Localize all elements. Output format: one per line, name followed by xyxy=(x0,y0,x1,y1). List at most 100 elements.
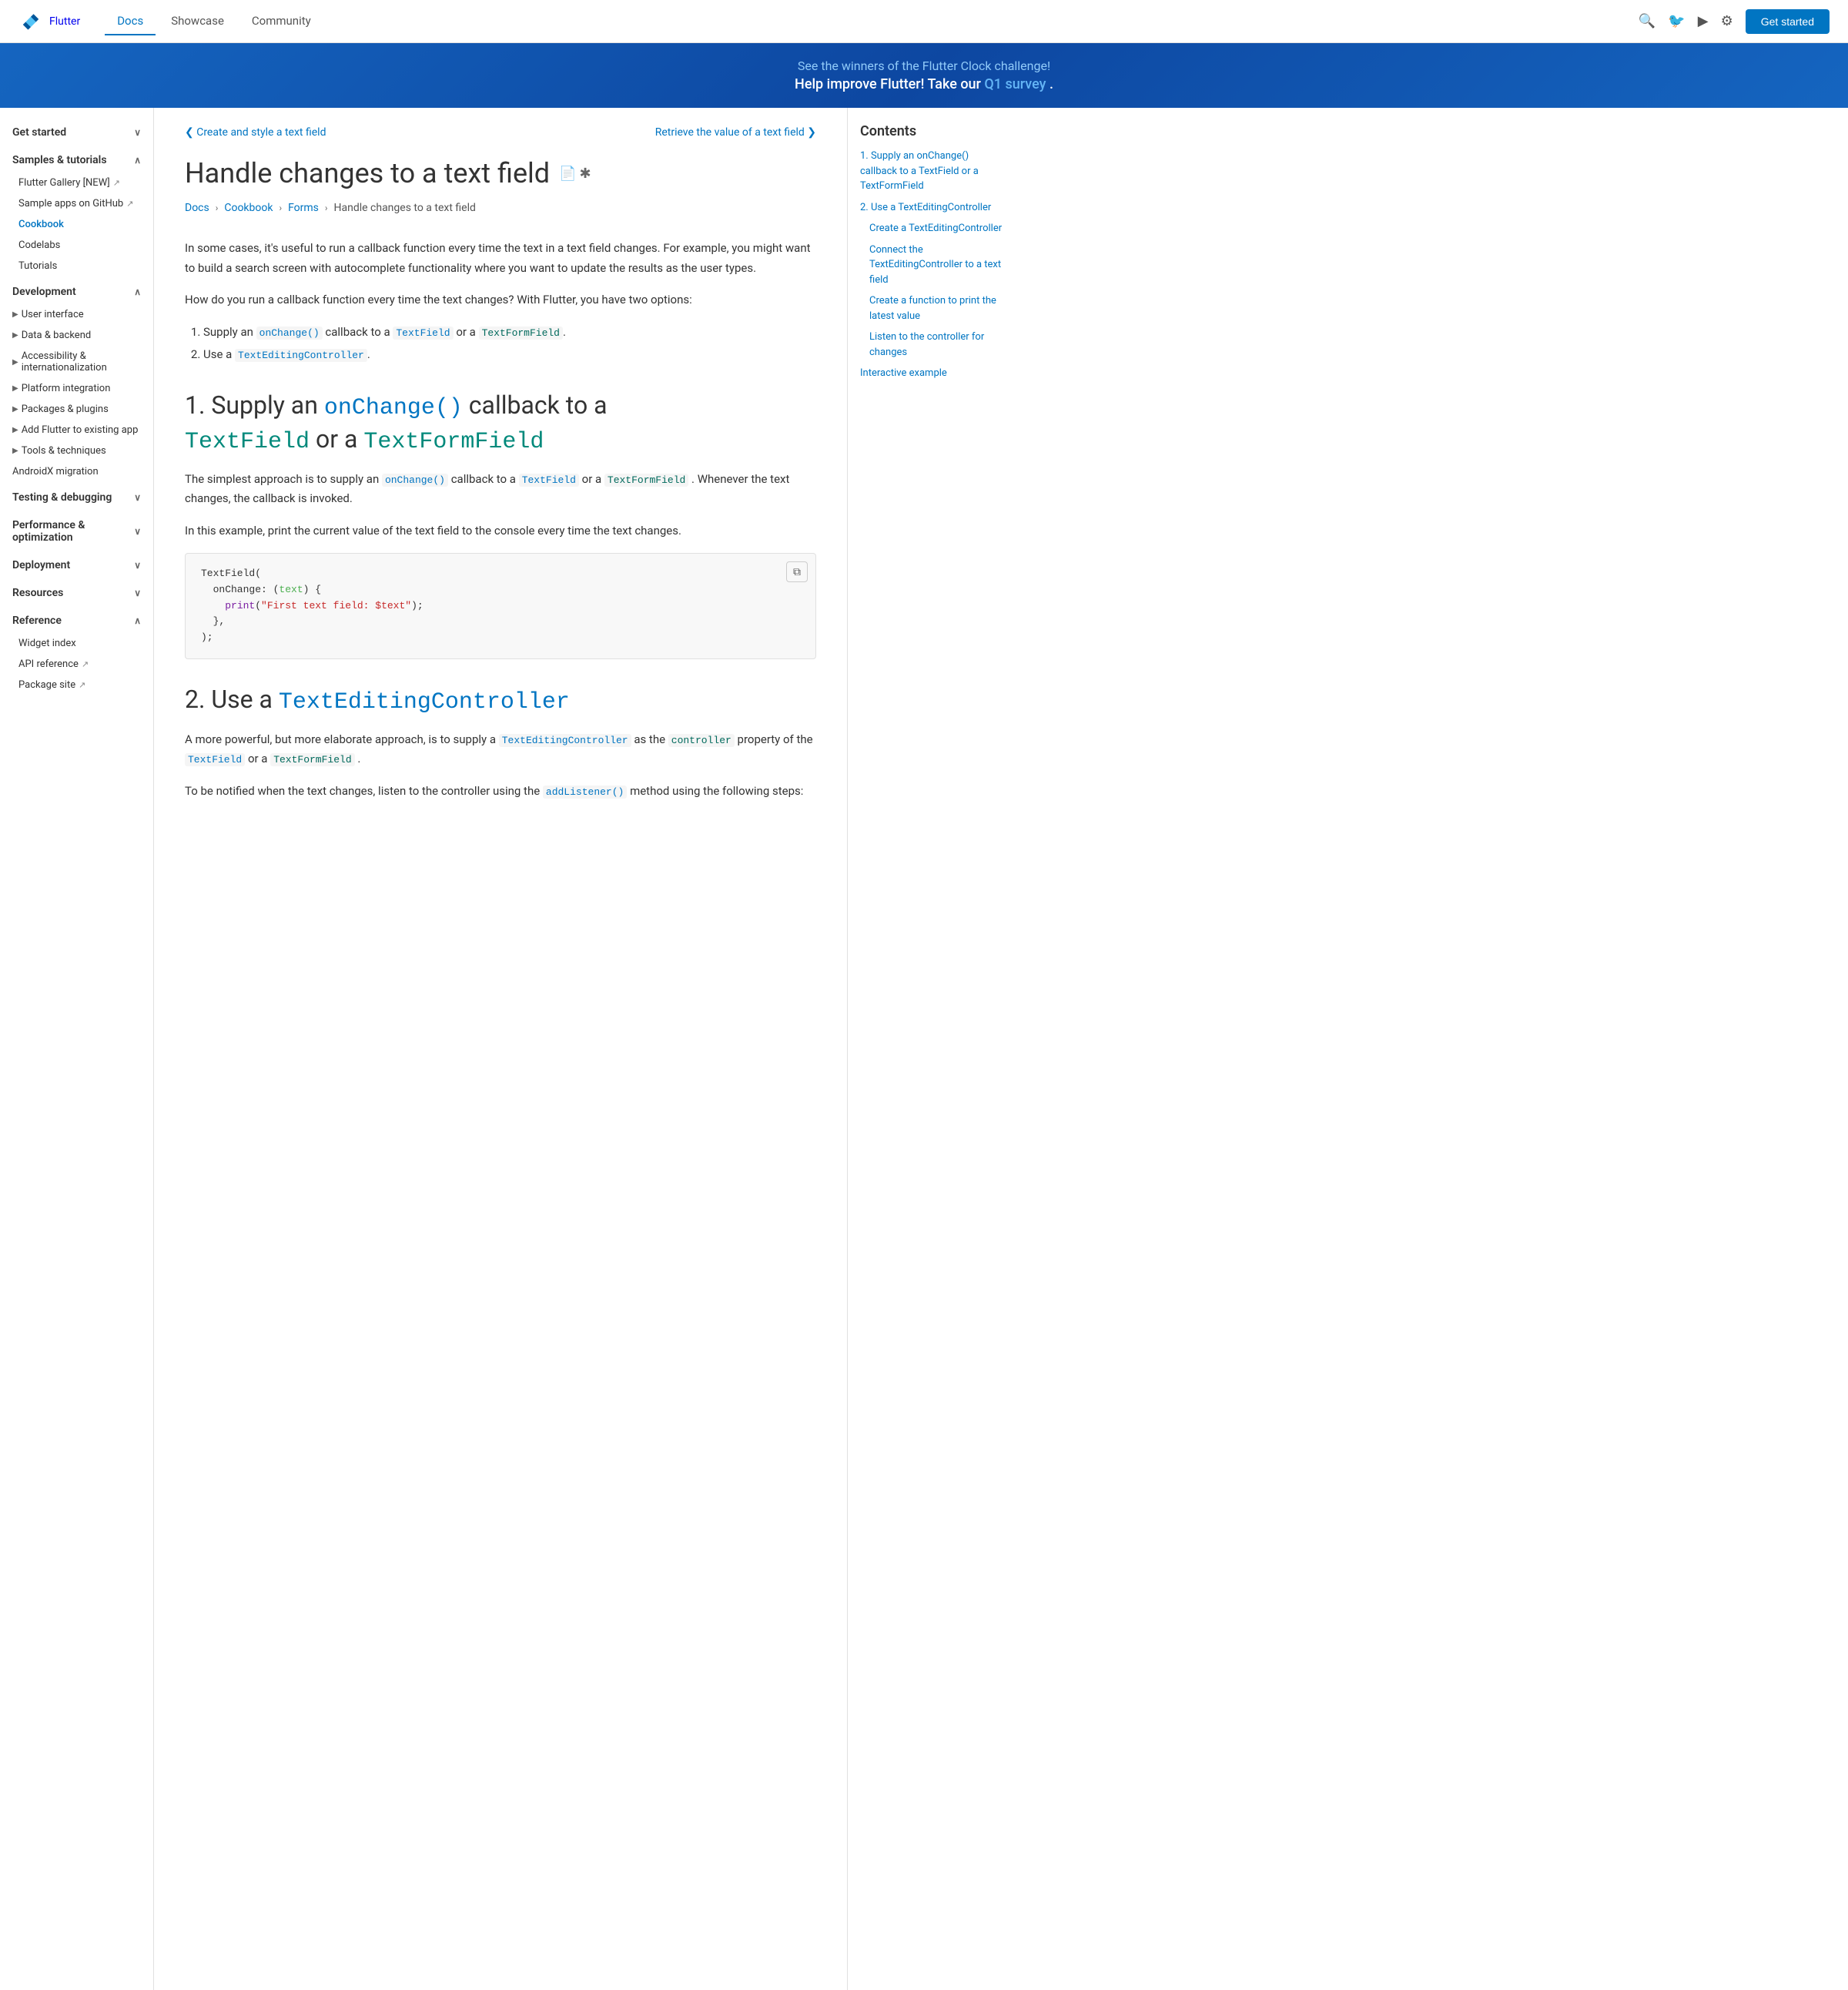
next-page-link[interactable]: Retrieve the value of a text field ❯ xyxy=(655,126,816,139)
chevron-down-icon: ∨ xyxy=(134,588,141,598)
sidebar-item-flutter-gallery[interactable]: Flutter Gallery [NEW] ↗ xyxy=(0,173,153,193)
code-line-4: }, xyxy=(201,614,800,630)
section1-body1: The simplest approach is to supply an on… xyxy=(185,470,816,509)
code-block: ⧉ TextField( onChange: (text) { print("F… xyxy=(185,553,816,659)
code-line-5: ); xyxy=(201,630,800,646)
header-actions: 🔍 🐦 ▶ ⚙ Get started xyxy=(1639,9,1830,34)
contents-item-4[interactable]: Connect the TextEditingController to a t… xyxy=(860,243,1004,288)
sidebar-item-data-backend[interactable]: ▶ Data & backend xyxy=(0,325,153,346)
contents-item-3[interactable]: Create a TextEditingController xyxy=(860,221,1004,236)
main-content: ❮ Create and style a text field Retrieve… xyxy=(154,108,847,1990)
sidebar-item-codelabs[interactable]: Codelabs xyxy=(0,235,153,256)
sidebar-item-androidx[interactable]: AndroidX migration xyxy=(0,461,153,482)
sidebar-item-packages-plugins[interactable]: ▶ Packages & plugins xyxy=(0,399,153,420)
sidebar-item-package-site[interactable]: Package site ↗ xyxy=(0,675,153,695)
textformfield-heading-code: TextFormField xyxy=(363,429,544,455)
textediting-code: TextEditingController xyxy=(235,349,367,362)
section-1-heading: 1. Supply an onChange() callback to a Te… xyxy=(185,390,816,457)
options-list: Supply an onChange() callback to a TextF… xyxy=(203,323,816,365)
logo[interactable]: Flutter xyxy=(18,9,80,34)
addlistener-inline: addListener() xyxy=(543,786,627,799)
external-link-icon: ↗ xyxy=(82,659,89,669)
code-line-2: onChange: (text) { xyxy=(201,582,800,598)
sidebar-section-header-performance[interactable]: Performance & optimization ∨ xyxy=(0,513,153,550)
breadcrumb-sep: › xyxy=(325,203,328,213)
onchanged-heading-code: onChange() xyxy=(324,395,463,421)
contents-item-2[interactable]: 2. Use a TextEditingController xyxy=(860,200,1004,216)
breadcrumb: Docs › Cookbook › Forms › Handle changes… xyxy=(185,202,816,214)
nav-showcase[interactable]: Showcase xyxy=(159,8,236,35)
expand-icon: ▶ xyxy=(12,331,18,340)
chevron-down-icon: ∨ xyxy=(134,526,141,537)
contents-item-6[interactable]: Listen to the controller for changes xyxy=(860,330,1004,360)
sidebar-item-sample-apps[interactable]: Sample apps on GitHub ↗ xyxy=(0,193,153,214)
sidebar-section-header-development[interactable]: Development ∧ xyxy=(0,280,153,304)
page-title: Handle changes to a text field 📄 ✱ xyxy=(185,157,816,189)
onchanged-inline: onChange() xyxy=(382,474,448,487)
sidebar-section-header-get-started[interactable]: Get started ∨ xyxy=(0,120,153,145)
header: Flutter Docs Showcase Community 🔍 🐦 ▶ ⚙ … xyxy=(0,0,1848,43)
banner-line2-prefix: Help improve Flutter! Take our xyxy=(795,76,984,92)
sidebar-item-tools-techniques[interactable]: ▶ Tools & techniques xyxy=(0,441,153,461)
prev-page-link[interactable]: ❮ Create and style a text field xyxy=(185,126,326,139)
contents-item-interactive[interactable]: Interactive example xyxy=(860,366,1004,381)
sidebar-section-deployment: Deployment ∨ xyxy=(0,553,153,578)
youtube-icon[interactable]: ▶ xyxy=(1698,13,1709,29)
onchanged-code: onChange() xyxy=(256,327,323,340)
section-2-heading: 2. Use a TextEditingController xyxy=(185,684,816,718)
chevron-up-icon: ∧ xyxy=(134,155,141,166)
sidebar-section-performance: Performance & optimization ∨ xyxy=(0,513,153,550)
sidebar-item-platform-integration[interactable]: ▶ Platform integration xyxy=(0,378,153,399)
sidebar-item-add-flutter[interactable]: ▶ Add Flutter to existing app xyxy=(0,420,153,441)
code-line-3: print("First text field: $text"); xyxy=(201,598,800,615)
sidebar-item-accessibility[interactable]: ▶ Accessibility & internationalization xyxy=(0,346,153,378)
breadcrumb-sep: › xyxy=(216,203,219,213)
breadcrumb-forms[interactable]: Forms xyxy=(288,202,319,214)
sidebar-section-header-deployment[interactable]: Deployment ∨ xyxy=(0,553,153,578)
sidebar-section-header-resources[interactable]: Resources ∨ xyxy=(0,581,153,605)
code-line-1: TextField( xyxy=(201,566,800,582)
sidebar-item-user-interface[interactable]: ▶ User interface xyxy=(0,304,153,325)
page-layout: Get started ∨ Samples & tutorials ∧ Flut… xyxy=(0,108,1848,1990)
get-started-button[interactable]: Get started xyxy=(1746,9,1830,34)
sidebar-section-header-reference[interactable]: Reference ∧ xyxy=(0,608,153,633)
breadcrumb-docs[interactable]: Docs xyxy=(185,202,209,214)
chevron-up-icon: ∧ xyxy=(134,615,141,626)
sidebar-section-get-started: Get started ∨ xyxy=(0,120,153,145)
copy-button[interactable]: ⧉ xyxy=(786,561,808,582)
edit-icon[interactable]: 📄 xyxy=(559,166,576,182)
section2-body2: To be notified when the text changes, li… xyxy=(185,782,816,802)
search-icon[interactable]: 🔍 xyxy=(1639,13,1656,29)
option-1: Supply an onChange() callback to a TextF… xyxy=(203,323,816,343)
breadcrumb-cookbook[interactable]: Cookbook xyxy=(224,202,273,214)
expand-icon: ▶ xyxy=(12,310,18,319)
controller-inline: controller xyxy=(668,734,735,747)
sidebar-section-reference: Reference ∧ Widget index API reference ↗… xyxy=(0,608,153,695)
expand-icon: ▶ xyxy=(12,405,18,414)
github-icon[interactable]: ⚙ xyxy=(1721,13,1733,29)
banner-line2: Help improve Flutter! Take our Q1 survey… xyxy=(15,76,1833,92)
textformfield-inline: TextFormField xyxy=(604,474,688,487)
nav-community[interactable]: Community xyxy=(239,8,323,35)
chevron-up-icon: ∧ xyxy=(134,286,141,297)
sidebar-section-header-testing[interactable]: Testing & debugging ∨ xyxy=(0,485,153,510)
bug-icon[interactable]: ✱ xyxy=(580,166,591,182)
chevron-down-icon: ∨ xyxy=(134,127,141,138)
sidebar-item-widget-index[interactable]: Widget index xyxy=(0,633,153,654)
contents-item-5[interactable]: Create a function to print the latest va… xyxy=(860,293,1004,323)
external-link-icon: ↗ xyxy=(79,680,85,690)
banner-survey-link[interactable]: Q1 survey xyxy=(984,76,1046,92)
sidebar-item-cookbook[interactable]: Cookbook xyxy=(0,214,153,235)
contents-item-1[interactable]: 1. Supply an onChange() callback to a Te… xyxy=(860,149,1004,194)
expand-icon: ▶ xyxy=(12,426,18,434)
chevron-down-icon: ∨ xyxy=(134,560,141,571)
sidebar-section-header-samples[interactable]: Samples & tutorials ∧ xyxy=(0,148,153,173)
twitter-icon[interactable]: 🐦 xyxy=(1668,13,1685,29)
textfield-heading-code: TextField xyxy=(185,429,310,455)
sidebar-section-development: Development ∧ ▶ User interface ▶ Data & … xyxy=(0,280,153,482)
nav-docs[interactable]: Docs xyxy=(105,8,156,35)
page-nav: ❮ Create and style a text field Retrieve… xyxy=(185,126,816,139)
sidebar-item-api-reference[interactable]: API reference ↗ xyxy=(0,654,153,675)
sidebar-item-tutorials[interactable]: Tutorials xyxy=(0,256,153,276)
breadcrumb-sep: › xyxy=(279,203,282,213)
